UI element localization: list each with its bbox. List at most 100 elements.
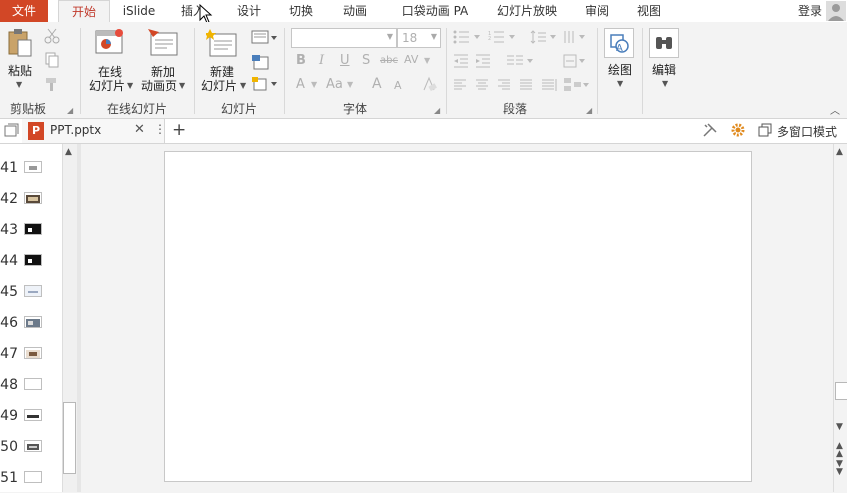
more-options-icon[interactable]: ⋮	[154, 122, 166, 136]
slide-thumbnail[interactable]: 50	[0, 432, 62, 462]
line-spacing-icon[interactable]	[530, 30, 558, 47]
font-name-combo[interactable]: ▼	[291, 28, 397, 48]
underline-button[interactable]: U	[340, 53, 350, 68]
new-slide-icon[interactable]	[204, 28, 238, 61]
new-animation-dropdown-icon[interactable]: ▼	[179, 81, 185, 90]
scroll-up-icon[interactable]: ▲	[836, 147, 843, 157]
slide-number: 47	[0, 346, 18, 362]
new-animation-label-1[interactable]: 新加	[140, 65, 186, 79]
text-highlight-button[interactable]: A	[296, 77, 305, 92]
justify-icon[interactable]	[519, 78, 533, 95]
columns-icon[interactable]	[506, 54, 534, 71]
increase-indent-icon[interactable]	[475, 54, 491, 71]
editing-button[interactable]: 编辑	[644, 63, 684, 77]
layout-icon[interactable]	[251, 30, 277, 47]
shadow-button[interactable]: S	[362, 53, 370, 68]
tools-icon[interactable]	[702, 122, 718, 141]
thumbnail-scroll-thumb[interactable]	[63, 402, 76, 474]
slide-thumbnail[interactable]: 44	[0, 246, 62, 276]
numbering-icon[interactable]: 12	[488, 30, 516, 47]
change-case-button[interactable]: Aa	[326, 77, 343, 92]
smartart-icon[interactable]	[563, 77, 589, 96]
clipboard-launcher-icon[interactable]: ◢	[67, 106, 73, 115]
text-direction-icon[interactable]	[563, 30, 587, 47]
tab-review[interactable]: 审阅	[580, 0, 614, 22]
cut-icon[interactable]	[44, 28, 60, 47]
slide-thumbnail[interactable]: 49	[0, 401, 62, 431]
clear-formatting-icon[interactable]	[421, 76, 437, 95]
slide-thumbnail[interactable]: 48	[0, 370, 62, 400]
tab-animations[interactable]: 动画	[338, 0, 372, 22]
slide-thumbnail[interactable]: 41	[0, 153, 62, 183]
tab-home[interactable]: 开始	[58, 0, 110, 22]
user-avatar-icon[interactable]	[826, 1, 846, 21]
multi-window-icon[interactable]	[758, 123, 772, 140]
slide-scrollbar[interactable]: ▲ ▼ ▲ ▲ ▼ ▼	[833, 144, 847, 492]
font-size-combo[interactable]: 18 ▼	[397, 28, 441, 48]
new-slide-dropdown-icon[interactable]: ▼	[240, 81, 246, 90]
login-link[interactable]: 登录	[798, 0, 822, 22]
slide-thumbnail[interactable]: 43	[0, 215, 62, 245]
slide-thumbnail[interactable]: 46	[0, 308, 62, 338]
slide-scroll-thumb[interactable]	[835, 382, 847, 400]
paste-button[interactable]: 粘贴	[4, 64, 36, 78]
slide-thumbnail[interactable]: 42	[0, 184, 62, 214]
new-tab-icon[interactable]: +	[172, 120, 186, 140]
document-tab[interactable]: P PPT.pptx ✕ ⋮	[22, 119, 166, 143]
previous-slide-icon[interactable]: ▲ ▲	[836, 442, 843, 459]
distributed-icon[interactable]	[541, 78, 559, 95]
online-slides-label-1[interactable]: 在线	[86, 65, 134, 79]
new-animation-page-icon[interactable]	[147, 28, 179, 61]
new-slide-label-2[interactable]: 幻灯片	[198, 79, 240, 93]
copy-icon[interactable]	[44, 52, 60, 71]
new-slide-label-1[interactable]: 新建	[200, 65, 244, 79]
collapse-ribbon-icon[interactable]: ︿	[830, 102, 840, 117]
tab-view[interactable]: 视图	[632, 0, 666, 22]
binoculars-icon[interactable]	[649, 28, 679, 58]
drawing-button[interactable]: 绘图	[600, 63, 640, 77]
reset-slide-icon[interactable]	[251, 54, 269, 73]
current-slide[interactable]	[164, 151, 752, 482]
online-slides-icon[interactable]	[94, 28, 126, 61]
tab-slideshow[interactable]: 幻灯片放映	[492, 0, 562, 22]
scroll-down-icon[interactable]: ▼	[836, 422, 843, 432]
paste-dropdown-icon[interactable]: ▼	[16, 80, 22, 89]
multi-window-mode-button[interactable]: 多窗口模式	[777, 123, 837, 140]
character-spacing-button[interactable]: AV	[404, 53, 418, 66]
online-slides-label-2[interactable]: 幻灯片	[86, 79, 128, 93]
align-text-icon[interactable]	[563, 54, 587, 71]
drawing-shapes-icon[interactable]: A	[604, 28, 634, 58]
new-animation-label-2[interactable]: 动画页	[138, 79, 180, 93]
tab-list-icon[interactable]	[3, 123, 19, 142]
close-icon[interactable]: ✕	[134, 122, 145, 137]
tab-pocket-animation[interactable]: 口袋动画 PA	[395, 0, 475, 22]
chevron-down-icon: ▼	[347, 80, 354, 89]
paragraph-launcher-icon[interactable]: ◢	[586, 106, 592, 115]
tab-design[interactable]: 设计	[232, 0, 266, 22]
tab-transitions[interactable]: 切换	[284, 0, 318, 22]
tab-file[interactable]: 文件	[0, 0, 48, 22]
italic-button[interactable]: I	[319, 53, 324, 68]
bold-button[interactable]: B	[296, 53, 306, 68]
slide-thumbnail[interactable]: 45	[0, 277, 62, 307]
slide-thumbnail[interactable]: 51	[0, 463, 62, 493]
online-slides-dropdown-icon[interactable]: ▼	[127, 81, 133, 90]
font-launcher-icon[interactable]: ◢	[434, 106, 440, 115]
scroll-up-icon[interactable]: ▲	[65, 147, 72, 157]
settings-gear-icon[interactable]	[730, 122, 746, 141]
align-left-icon[interactable]	[453, 78, 467, 95]
strikethrough-button[interactable]: abc	[380, 55, 398, 66]
paste-icon[interactable]	[6, 28, 34, 58]
section-icon[interactable]	[251, 76, 277, 95]
format-painter-icon[interactable]	[44, 76, 60, 95]
align-center-icon[interactable]	[475, 78, 489, 95]
slide-thumbnail-pane[interactable]: 41 42 43 44 45 46 47 48 49 50 51	[0, 144, 62, 492]
tab-islide[interactable]: iSlide	[118, 0, 160, 22]
slide-thumbnail[interactable]: 47	[0, 339, 62, 369]
grow-font-button[interactable]: A	[372, 76, 382, 92]
next-slide-icon[interactable]: ▼ ▼	[836, 460, 843, 477]
decrease-indent-icon[interactable]	[453, 54, 469, 71]
shrink-font-button[interactable]: A	[394, 79, 402, 92]
align-right-icon[interactable]	[497, 78, 511, 95]
bullets-icon[interactable]	[453, 30, 481, 47]
